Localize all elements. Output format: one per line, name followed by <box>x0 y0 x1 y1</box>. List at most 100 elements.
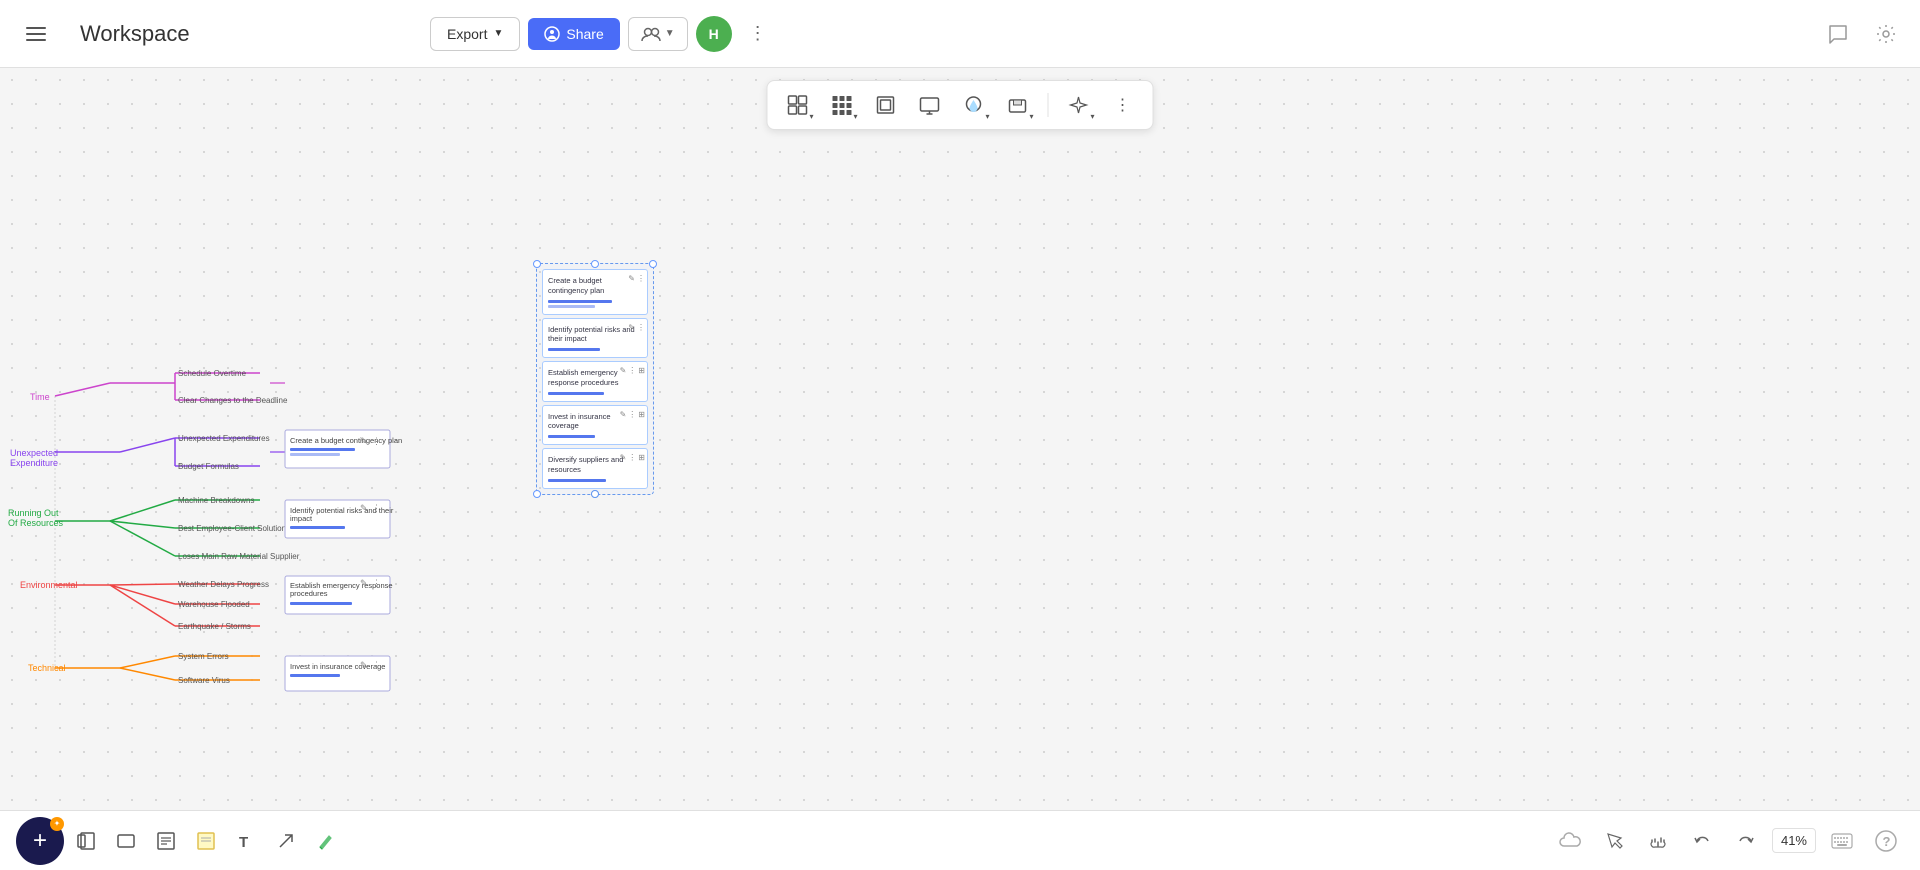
menu-button[interactable] <box>16 14 56 54</box>
settings-icon[interactable] <box>1868 16 1904 52</box>
collaborators-button[interactable]: ▼ <box>628 17 688 51</box>
edit-icon[interactable]: ✎ <box>620 453 627 462</box>
expand-icon[interactable]: ⊞ <box>638 453 645 462</box>
expand-icon[interactable]: ⊞ <box>638 366 645 375</box>
expand-icon[interactable]: ⊞ <box>638 410 645 419</box>
svg-text:Machine Breakdowns: Machine Breakdowns <box>178 496 254 505</box>
card-4[interactable]: ✎ ⋮ ⊞ Invest in insurance coverage <box>542 405 648 446</box>
svg-text:?: ? <box>1883 834 1891 849</box>
svg-text:T: T <box>239 834 248 850</box>
resize-handle-bl[interactable] <box>533 490 541 498</box>
chat-icon[interactable] <box>1820 16 1856 52</box>
card-1-bar2 <box>548 305 595 308</box>
add-badge: ✦ <box>50 817 64 831</box>
tool-text[interactable]: T <box>228 823 264 859</box>
card-3-icons: ✎ ⋮ ⊞ <box>620 366 645 375</box>
svg-text:Clear Changes to the Deadline: Clear Changes to the Deadline <box>178 396 288 405</box>
resize-handle-tr[interactable] <box>649 260 657 268</box>
workspace-title[interactable]: Workspace <box>68 13 418 55</box>
toolbar-frame-btn[interactable] <box>868 87 904 123</box>
card-1-bar <box>548 300 612 303</box>
more-icon[interactable]: ⋮ <box>637 323 645 332</box>
edit-icon[interactable]: ✎ <box>628 274 635 283</box>
edit-icon[interactable]: ✎ <box>620 410 627 419</box>
svg-text:Weather Delays Progress: Weather Delays Progress <box>178 580 269 589</box>
svg-text:Unexpected Expenditures: Unexpected Expenditures <box>178 434 270 443</box>
card-5-icons: ✎ ⋮ ⊞ <box>620 453 645 462</box>
resize-handle-tl[interactable] <box>533 260 541 268</box>
svg-text:Running Out: Running Out <box>8 508 59 518</box>
hand-icon[interactable] <box>1640 823 1676 859</box>
header: Workspace Export ▼ Share ▼ H ⋮ <box>0 0 1920 68</box>
svg-text:Best Employee-Client Solutions: Best Employee-Client Solutions <box>178 524 290 533</box>
card-5[interactable]: ✎ ⋮ ⊞ Diversify suppliers and resources <box>542 448 648 489</box>
help-icon[interactable]: ? <box>1868 823 1904 859</box>
toolbar-mask-btn[interactable]: ▾ <box>1000 87 1036 123</box>
more-icon[interactable]: ⋮ <box>628 366 636 375</box>
svg-text:Software Virus: Software Virus <box>178 676 230 685</box>
toolbar-screen-btn[interactable] <box>912 87 948 123</box>
add-button[interactable]: + ✦ <box>16 817 64 865</box>
card-2-bar <box>548 348 600 351</box>
card-3[interactable]: ✎ ⋮ ⊞ Establish emergency response proce… <box>542 361 648 402</box>
zoom-level[interactable]: 41% <box>1772 828 1816 853</box>
svg-text:Earthquake / Storms: Earthquake / Storms <box>178 622 251 631</box>
header-right <box>1820 16 1904 52</box>
svg-text:procedures: procedures <box>290 589 328 598</box>
undo-icon[interactable] <box>1684 823 1720 859</box>
card-5-bar <box>548 479 606 482</box>
svg-text:✎: ✎ <box>360 436 368 446</box>
cloud-icon[interactable] <box>1552 823 1588 859</box>
svg-text:Loses Main Raw Material Suppli: Loses Main Raw Material Supplier <box>178 552 300 561</box>
avatar[interactable]: H <box>696 16 732 52</box>
tool-pages[interactable] <box>68 823 104 859</box>
more-icon[interactable]: ⋮ <box>628 453 636 462</box>
svg-text:⋮: ⋮ <box>372 578 381 588</box>
header-actions: Export ▼ Share ▼ H ⋮ <box>430 16 776 52</box>
tool-arrow[interactable] <box>268 823 304 859</box>
resize-handle-tm[interactable] <box>591 260 599 268</box>
cards-panel: ✎ ⋮ Create a budget contingency plan ✎ ⋮… <box>536 263 654 495</box>
card-2[interactable]: ✎ ⋮ Identify potential risks and their i… <box>542 318 648 359</box>
card-1-icons: ✎ ⋮ <box>628 274 645 283</box>
svg-text:Environmental: Environmental <box>20 580 78 590</box>
svg-text:Expenditure: Expenditure <box>10 458 58 468</box>
svg-text:Time: Time <box>30 392 50 402</box>
bottom-toolbar: + ✦ T <box>0 810 1920 870</box>
card-4-bar <box>548 435 595 438</box>
toolbar-more-btn[interactable]: ⋮ <box>1105 87 1141 123</box>
tool-sticky[interactable] <box>148 823 184 859</box>
svg-text:Identify potential risks and t: Identify potential risks and their <box>290 506 394 515</box>
cursor-icon[interactable] <box>1596 823 1632 859</box>
mindmap-svg: Time Unexpected Expenditure Running Out … <box>0 228 530 708</box>
canvas[interactable]: Time Unexpected Expenditure Running Out … <box>0 68 1920 810</box>
card-1[interactable]: ✎ ⋮ Create a budget contingency plan <box>542 269 648 315</box>
resize-handle-bottom[interactable] <box>591 490 599 498</box>
svg-text:Of Resources: Of Resources <box>8 518 64 528</box>
more-icon[interactable]: ⋮ <box>628 410 636 419</box>
bottom-right: 41% ? <box>1552 823 1904 859</box>
toolbar-mindmap-btn[interactable]: ▾ <box>780 87 816 123</box>
svg-text:Technical: Technical <box>28 663 66 673</box>
more-options-button[interactable]: ⋮ <box>740 16 776 52</box>
export-button[interactable]: Export ▼ <box>430 17 520 51</box>
more-icon[interactable]: ⋮ <box>637 274 645 283</box>
svg-text:⋮: ⋮ <box>372 503 381 513</box>
share-button[interactable]: Share <box>528 18 619 50</box>
edit-icon[interactable]: ✎ <box>628 323 635 332</box>
svg-text:Unexpected: Unexpected <box>10 448 58 458</box>
svg-text:System Errors: System Errors <box>178 652 229 661</box>
svg-text:✎: ✎ <box>360 660 368 670</box>
tool-rectangle[interactable] <box>108 823 144 859</box>
edit-icon[interactable]: ✎ <box>620 366 627 375</box>
card-4-icons: ✎ ⋮ ⊞ <box>620 410 645 419</box>
svg-text:⋮: ⋮ <box>372 436 381 446</box>
toolbar-magic-btn[interactable]: ▾ <box>1061 87 1097 123</box>
tool-pen[interactable] <box>308 823 344 859</box>
tool-note[interactable] <box>188 823 224 859</box>
redo-icon[interactable] <box>1728 823 1764 859</box>
toolbar-color-btn[interactable]: ▾ <box>956 87 992 123</box>
svg-text:Warehouse Flooded: Warehouse Flooded <box>178 600 250 609</box>
toolbar-grid-btn[interactable]: ▾ <box>824 87 860 123</box>
keyboard-icon[interactable] <box>1824 823 1860 859</box>
